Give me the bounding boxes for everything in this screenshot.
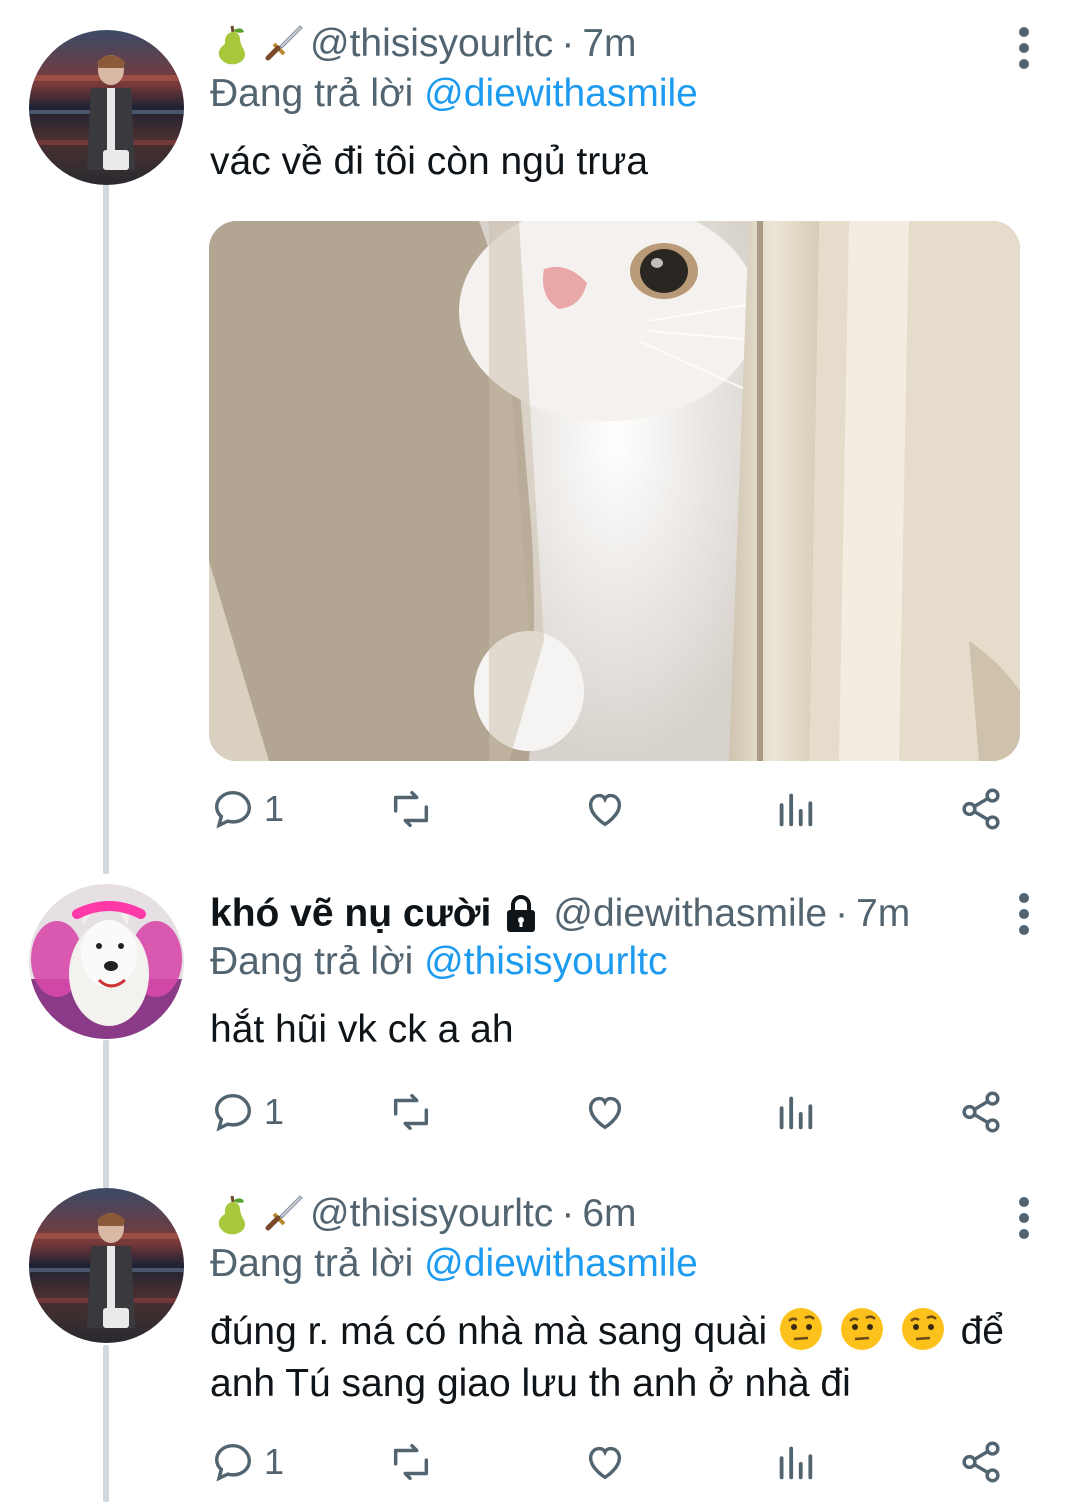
tweet-header: @thisisyourltc · 6m — [210, 1188, 999, 1240]
tweet-handle[interactable]: @thisisyourltc — [310, 1192, 553, 1236]
analytics-icon — [779, 1446, 813, 1480]
avatar[interactable] — [29, 884, 184, 1039]
retweet-button[interactable] — [388, 1082, 434, 1142]
share-icon — [962, 1091, 1000, 1133]
pear-icon — [218, 25, 245, 65]
tweet-text: đúng r. má có nhà mà sang quài để anh Tú… — [210, 1306, 1039, 1410]
tweet-handle[interactable]: @diewithasmile — [553, 892, 827, 936]
avatar[interactable] — [29, 1188, 184, 1343]
retweet-button[interactable] — [388, 1432, 434, 1492]
replying-to: Đang trả lời @thisisyourltc — [210, 940, 667, 984]
dagger-icon — [265, 1195, 303, 1231]
analytics-button[interactable] — [772, 1432, 818, 1492]
like-button[interactable] — [582, 1432, 628, 1492]
avatar[interactable] — [29, 30, 184, 185]
tweet-handle[interactable]: @thisisyourltc — [310, 22, 553, 66]
tweet-text-part: đúng r. má có nhà mà sang quài — [210, 1310, 768, 1353]
reply-icon — [214, 1093, 252, 1132]
replying-to: Đang trả lời @diewithasmile — [210, 1242, 698, 1286]
tweet-text-line: anh Tú sang giao lưu th anh ở nhà đi — [210, 1362, 851, 1405]
separator-dot: · — [561, 1192, 575, 1235]
replying-to: Đang trả lời @diewithasmile — [210, 72, 698, 116]
share-button[interactable] — [958, 1432, 1004, 1492]
pear-icon — [218, 1195, 245, 1235]
display-name[interactable]: khó vẽ nụ cười — [210, 892, 491, 936]
face-with-raised-eyebrow-icon — [780, 1308, 823, 1350]
like-button[interactable] — [582, 1082, 628, 1142]
reply-button[interactable]: 1 — [210, 779, 284, 839]
reply-count: 1 — [264, 1441, 285, 1482]
like-icon — [588, 1096, 622, 1130]
face-with-raised-eyebrow-icon — [901, 1308, 944, 1350]
tweet-actions: 1 — [210, 1082, 1030, 1142]
more-options-button[interactable] — [1016, 888, 1032, 940]
analytics-icon — [779, 1096, 813, 1130]
lock-icon — [507, 895, 536, 932]
tweet-text-line: đúng r. má có nhà mà sang quài để — [210, 1306, 1039, 1358]
dagger-icon — [265, 25, 303, 61]
retweet-icon — [393, 790, 429, 828]
tweet-media-image[interactable] — [209, 221, 1020, 761]
analytics-button[interactable] — [772, 779, 818, 839]
like-icon — [588, 1446, 622, 1480]
share-button[interactable] — [958, 779, 1004, 839]
more-options-button[interactable] — [1016, 22, 1032, 74]
tweet-text-part: để — [960, 1310, 1004, 1353]
reply-icon — [214, 790, 252, 829]
tweet[interactable]: @thisisyourltc · 6m Đang trả lời @diewit… — [0, 1170, 1079, 1502]
reply-button[interactable]: 1 — [210, 1432, 284, 1492]
reply-icon — [214, 1443, 252, 1482]
tweet-actions: 1 — [210, 779, 1030, 839]
retweet-button[interactable] — [388, 779, 434, 839]
replying-label: Đang trả lời — [210, 1242, 414, 1285]
tweet-header: @thisisyourltc · 7m — [210, 18, 999, 70]
share-button[interactable] — [958, 1082, 1004, 1142]
replying-label: Đang trả lời — [210, 940, 414, 983]
reply-count: 1 — [264, 788, 285, 829]
tweet-time[interactable]: 6m — [582, 1192, 636, 1236]
analytics-button[interactable] — [772, 1082, 818, 1142]
tweet-time[interactable]: 7m — [582, 22, 636, 66]
replying-to-mention[interactable]: @diewithasmile — [424, 72, 698, 115]
tweet[interactable]: @thisisyourltc · 7m Đang trả lời @diewit… — [0, 0, 1079, 860]
replying-label: Đang trả lời — [210, 72, 414, 115]
replying-to-mention[interactable]: @diewithasmile — [424, 1242, 698, 1285]
separator-dot: · — [835, 892, 849, 935]
like-button[interactable] — [582, 779, 628, 839]
share-icon — [962, 788, 1000, 830]
tweet-actions: 1 — [210, 1432, 1030, 1492]
retweet-icon — [393, 1093, 429, 1131]
tweet-time[interactable]: 7m — [856, 892, 910, 936]
tweet-text: vác về đi tôi còn ngủ trưa — [210, 140, 649, 183]
like-icon — [588, 793, 622, 827]
reply-button[interactable]: 1 — [210, 1082, 284, 1142]
replying-to-mention[interactable]: @thisisyourltc — [424, 940, 667, 983]
analytics-icon — [779, 793, 813, 827]
tweet[interactable]: khó vẽ nụ cười @diewithasmile · 7m Đang … — [0, 860, 1079, 1170]
separator-dot: · — [561, 22, 575, 65]
more-options-button[interactable] — [1016, 1192, 1032, 1244]
reply-count: 1 — [264, 1091, 285, 1132]
tweet-text: hắt hũi vk ck a ah — [210, 1008, 514, 1051]
tweet-header: khó vẽ nụ cười @diewithasmile · 7m — [210, 888, 999, 940]
retweet-icon — [393, 1443, 429, 1481]
face-with-raised-eyebrow-icon — [840, 1308, 883, 1350]
share-icon — [962, 1441, 1000, 1483]
